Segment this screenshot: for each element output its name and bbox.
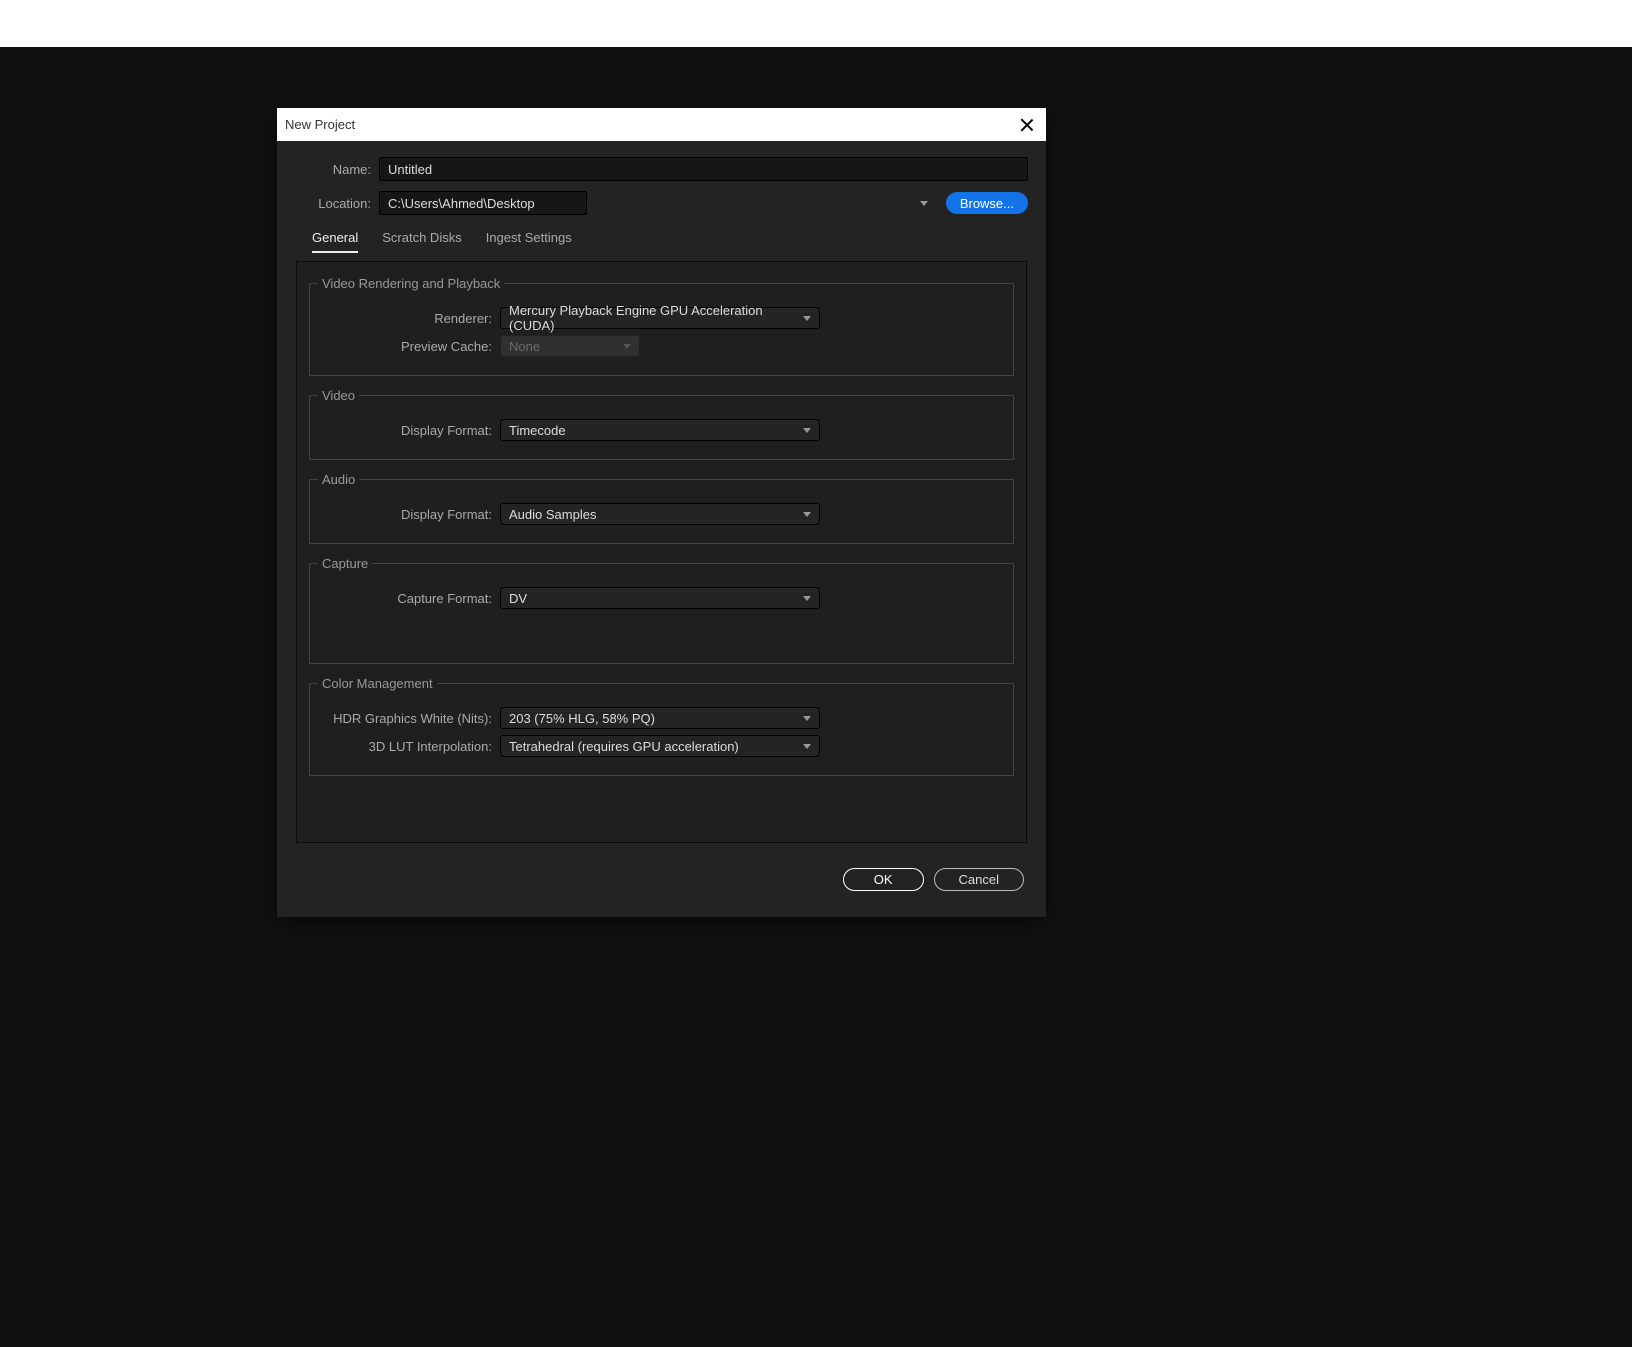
lut-row: 3D LUT Interpolation: Tetrahedral (requi… bbox=[320, 735, 1003, 757]
preview-cache-select: None bbox=[500, 335, 640, 357]
video-display-format-label: Display Format: bbox=[320, 423, 492, 438]
renderer-value: Mercury Playback Engine GPU Acceleration… bbox=[509, 303, 793, 333]
hdr-row: HDR Graphics White (Nits): 203 (75% HLG,… bbox=[320, 707, 1003, 729]
group-video-legend: Video bbox=[318, 388, 359, 403]
chevron-down-icon bbox=[803, 316, 811, 321]
group-rendering: Video Rendering and Playback Renderer: M… bbox=[309, 276, 1014, 376]
video-display-format-value: Timecode bbox=[509, 423, 566, 438]
browse-button[interactable]: Browse... bbox=[946, 192, 1028, 214]
tabs-container: General Scratch Disks Ingest Settings Vi… bbox=[295, 225, 1028, 844]
cancel-button[interactable]: Cancel bbox=[934, 868, 1024, 891]
group-rendering-legend: Video Rendering and Playback bbox=[318, 276, 504, 291]
audio-display-format-row: Display Format: Audio Samples bbox=[320, 503, 1003, 525]
preview-cache-value: None bbox=[509, 339, 540, 354]
ok-button[interactable]: OK bbox=[843, 868, 924, 891]
dialog-titlebar: New Project bbox=[277, 108, 1046, 141]
audio-display-format-label: Display Format: bbox=[320, 507, 492, 522]
general-pane: Video Rendering and Playback Renderer: M… bbox=[296, 261, 1027, 843]
video-display-format-row: Display Format: Timecode bbox=[320, 419, 1003, 441]
preview-cache-label: Preview Cache: bbox=[320, 339, 492, 354]
chevron-down-icon bbox=[803, 716, 811, 721]
chevron-down-icon bbox=[803, 596, 811, 601]
tab-ingest-settings[interactable]: Ingest Settings bbox=[486, 226, 572, 253]
audio-display-format-select[interactable]: Audio Samples bbox=[500, 503, 820, 525]
renderer-label: Renderer: bbox=[320, 311, 492, 326]
group-video: Video Display Format: Timecode bbox=[309, 388, 1014, 460]
hdr-value: 203 (75% HLG, 58% PQ) bbox=[509, 711, 655, 726]
dialog-body: Name: Location: Browse... General Scratc… bbox=[277, 141, 1046, 917]
capture-format-label: Capture Format: bbox=[320, 591, 492, 606]
chevron-down-icon bbox=[803, 428, 811, 433]
group-color-legend: Color Management bbox=[318, 676, 437, 691]
capture-format-row: Capture Format: DV bbox=[320, 587, 1003, 609]
tab-general[interactable]: General bbox=[312, 226, 358, 253]
group-capture: Capture Capture Format: DV bbox=[309, 556, 1014, 664]
location-input[interactable] bbox=[379, 191, 587, 215]
dialog-title: New Project bbox=[285, 117, 355, 132]
tab-row: General Scratch Disks Ingest Settings bbox=[296, 226, 1027, 253]
chevron-down-icon bbox=[623, 344, 631, 349]
lut-select[interactable]: Tetrahedral (requires GPU acceleration) bbox=[500, 735, 820, 757]
name-label: Name: bbox=[295, 162, 371, 177]
chevron-down-icon bbox=[803, 744, 811, 749]
name-input[interactable] bbox=[379, 157, 1028, 181]
renderer-row: Renderer: Mercury Playback Engine GPU Ac… bbox=[320, 307, 1003, 329]
chevron-down-icon bbox=[803, 512, 811, 517]
chevron-down-icon bbox=[920, 201, 928, 206]
location-row: Location: Browse... bbox=[295, 191, 1028, 215]
close-icon[interactable] bbox=[1020, 118, 1034, 132]
capture-format-value: DV bbox=[509, 591, 527, 606]
new-project-dialog: New Project Name: Location: Browse... Ge… bbox=[277, 108, 1046, 917]
group-color: Color Management HDR Graphics White (Nit… bbox=[309, 676, 1014, 776]
button-row: OK Cancel bbox=[295, 844, 1028, 907]
hdr-label: HDR Graphics White (Nits): bbox=[320, 711, 492, 726]
group-audio: Audio Display Format: Audio Samples bbox=[309, 472, 1014, 544]
preview-cache-row: Preview Cache: None bbox=[320, 335, 1003, 357]
lut-label: 3D LUT Interpolation: bbox=[320, 739, 492, 754]
group-capture-legend: Capture bbox=[318, 556, 372, 571]
page-white-strip bbox=[0, 0, 1632, 47]
name-row: Name: bbox=[295, 157, 1028, 181]
lut-value: Tetrahedral (requires GPU acceleration) bbox=[509, 739, 739, 754]
audio-display-format-value: Audio Samples bbox=[509, 507, 596, 522]
capture-format-select[interactable]: DV bbox=[500, 587, 820, 609]
video-display-format-select[interactable]: Timecode bbox=[500, 419, 820, 441]
renderer-select[interactable]: Mercury Playback Engine GPU Acceleration… bbox=[500, 307, 820, 329]
tab-scratch-disks[interactable]: Scratch Disks bbox=[382, 226, 461, 253]
group-audio-legend: Audio bbox=[318, 472, 359, 487]
location-dropdown-wrap bbox=[379, 191, 936, 215]
page-dark-area: New Project Name: Location: Browse... Ge… bbox=[0, 47, 1632, 1347]
location-label: Location: bbox=[295, 196, 371, 211]
hdr-select[interactable]: 203 (75% HLG, 58% PQ) bbox=[500, 707, 820, 729]
